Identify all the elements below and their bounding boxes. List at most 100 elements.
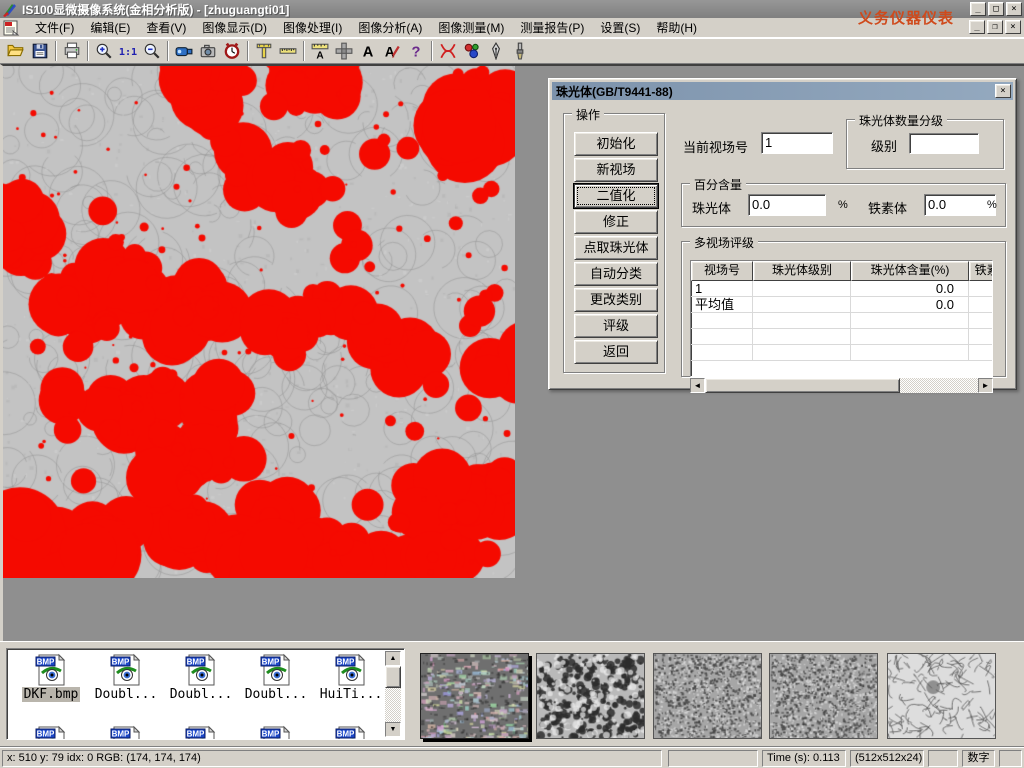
op-button-7[interactable]: 评级 [574,314,658,338]
help-icon[interactable]: ? [404,40,428,62]
thumbnail-2[interactable] [653,653,762,739]
table-row[interactable]: 平均值0.0 [691,297,992,313]
thumbnail-4[interactable] [887,653,996,739]
table-col-header-3[interactable]: 铁素体含量(%) [969,261,993,281]
file-item-row2-1[interactable]: BMP [90,725,162,740]
table-row[interactable] [691,313,992,329]
menu-item-6[interactable]: 图像测量(M) [430,17,512,38]
mdi-restore-button[interactable]: ❐ [987,20,1003,34]
menu-item-2[interactable]: 查看(V) [138,17,194,38]
file-name[interactable]: Doubl... [93,687,160,702]
op-button-8[interactable]: 返回 [574,340,658,364]
table-row[interactable] [691,345,992,361]
level-input[interactable] [909,133,979,154]
multifield-table[interactable]: 视场号珠光体级别珠光体含量(%)铁素体含量(%)10.0平均值0.0 [690,260,993,377]
dialog-title-bar[interactable]: 珠光体(GB/T9441-88) × [552,82,1013,100]
menu-item-7[interactable]: 测量报告(P) [512,17,592,38]
thumbnail-1[interactable] [536,653,645,739]
file-item-0[interactable]: BMPDKF.bmp [15,653,87,702]
table-col-header-0[interactable]: 视场号 [691,261,753,281]
scroll-down-button[interactable]: ▼ [385,722,401,737]
brush-icon[interactable] [508,40,532,62]
camcorder-icon[interactable] [172,40,196,62]
bmp-file-icon: BMP [334,725,368,740]
table-hscrollbar[interactable]: ◄ ► [690,378,993,393]
bmp-file-icon: BMP [334,653,368,687]
current-field-input[interactable]: 1 [761,132,833,154]
menu-item-3[interactable]: 图像显示(D) [194,17,275,38]
scroll-up-button[interactable]: ▲ [385,651,401,666]
curve-tool-icon[interactable] [436,40,460,62]
zoom-out-icon[interactable] [140,40,164,62]
file-item-3[interactable]: BMPDoubl... [240,653,312,702]
file-item-4[interactable]: BMPHuiTi... [315,653,387,702]
menu-item-5[interactable]: 图像分析(A) [350,17,430,38]
op-button-0[interactable]: 初始化 [574,132,658,156]
op-button-5[interactable]: 自动分类 [574,262,658,286]
grid-tool-icon[interactable] [332,40,356,62]
mdi-minimize-button[interactable]: _ [969,20,985,34]
timer-icon[interactable] [220,40,244,62]
annotate-icon[interactable]: A [380,40,404,62]
ferrite-percent-input[interactable]: 0.0 [924,194,996,216]
menu-item-4[interactable]: 图像处理(I) [275,17,350,38]
bmp-file-icon: BMP [184,653,218,687]
table-row[interactable]: 10.0 [691,281,992,297]
file-name[interactable]: HuiTi... [318,687,385,702]
file-item-row2-3[interactable]: BMP [240,725,312,740]
menu-item-0[interactable]: 文件(F) [27,17,82,38]
table-cell [969,297,993,312]
op-button-4[interactable]: 点取珠光体 [574,236,658,260]
table-cell [969,313,993,328]
save-icon[interactable] [28,40,52,62]
scroll-left-button[interactable]: ◄ [690,378,705,393]
mdi-close-button[interactable]: × [1005,20,1021,34]
measure-text-icon[interactable]: A [308,40,332,62]
op-button-3[interactable]: 修正 [574,210,658,234]
window-controls: _ □ × [970,2,1022,16]
file-name[interactable]: DKF.bmp [22,687,81,702]
text-icon[interactable]: A [356,40,380,62]
dialog-close-button[interactable]: × [995,84,1011,98]
menu-item-1[interactable]: 编辑(E) [82,17,138,38]
op-button-6[interactable]: 更改类别 [574,288,658,312]
menu-item-9[interactable]: 帮助(H) [648,17,705,38]
table-cell [753,297,851,312]
zoom-in-icon[interactable] [92,40,116,62]
close-button[interactable]: × [1006,2,1022,16]
file-item-2[interactable]: BMPDoubl... [165,653,237,702]
menu-item-8[interactable]: 设置(S) [592,17,648,38]
table-cell [691,313,753,328]
file-item-row2-4[interactable]: BMP [315,725,387,740]
table-col-header-2[interactable]: 珠光体含量(%) [851,261,969,281]
print-icon[interactable] [60,40,84,62]
thumbnail-0[interactable] [420,653,529,739]
caliper-icon[interactable] [252,40,276,62]
thumbnail-3[interactable] [769,653,878,739]
micrograph-image[interactable] [3,66,515,578]
file-list-vscrollbar[interactable]: ▲ ▼ [385,651,401,737]
pearlite-percent-input[interactable]: 0.0 [748,194,826,216]
camera-icon[interactable] [196,40,220,62]
scroll-right-button[interactable]: ► [978,378,993,393]
file-item-row2-0[interactable]: BMP [15,725,87,740]
hscroll-thumb[interactable] [705,378,900,393]
file-item-row2-2[interactable]: BMP [165,725,237,740]
minimize-button[interactable]: _ [970,2,986,16]
table-row[interactable] [691,329,992,345]
file-item-1[interactable]: BMPDoubl... [90,653,162,702]
op-button-1[interactable]: 新视场 [574,158,658,182]
op-button-2[interactable]: 二值化 [574,184,658,208]
actual-size-icon[interactable]: 1:1 [116,40,140,62]
open-icon[interactable] [4,40,28,62]
hscroll-track[interactable] [900,378,978,393]
maximize-button[interactable]: □ [988,2,1004,16]
file-list[interactable]: ▲ ▼ BMPDKF.bmpBMPDoubl...BMPDoubl...BMPD… [6,648,405,740]
file-name[interactable]: Doubl... [168,687,235,702]
ruler-icon[interactable] [276,40,300,62]
table-col-header-1[interactable]: 珠光体级别 [753,261,851,281]
particles-icon[interactable] [460,40,484,62]
file-name[interactable]: Doubl... [243,687,310,702]
pen-tool-icon[interactable] [484,40,508,62]
vscroll-thumb[interactable] [385,666,401,688]
